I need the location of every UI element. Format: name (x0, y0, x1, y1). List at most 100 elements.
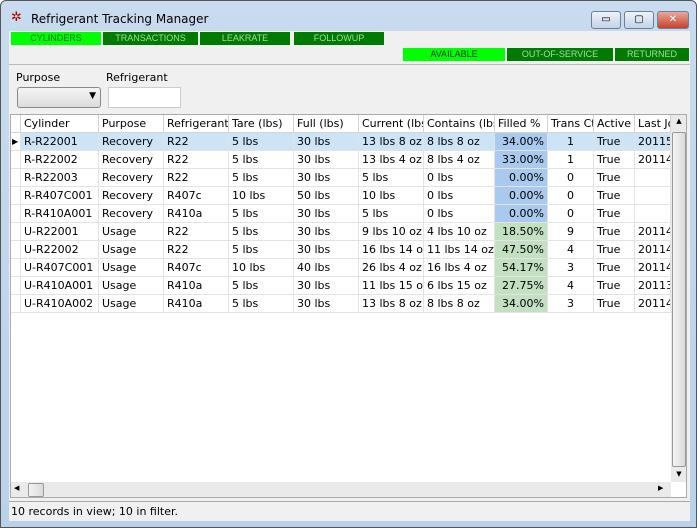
row-header[interactable] (11, 169, 21, 187)
table-cell: 5 lbs (359, 169, 424, 187)
status-bar: 10 records in view; 10 in filter. (9, 501, 690, 521)
column-header[interactable]: Active (594, 115, 635, 133)
table-cell: R22 (164, 133, 229, 151)
table-cell: 5 lbs (229, 223, 294, 241)
table-cell: R-R22003 (21, 169, 99, 187)
table-cell: 13 lbs 8 oz (359, 295, 424, 313)
table-row[interactable]: ▶ R-R22001 Recovery R22 5 lbs 30 lbs 13 lbs 8 … (11, 133, 671, 151)
table-cell: 10 lbs (229, 187, 294, 205)
minimize-button[interactable]: ▭ (591, 11, 621, 29)
table-cell: 0.00% (495, 187, 548, 205)
column-header[interactable]: Purpose (99, 115, 164, 133)
table-row[interactable]: R-R410A001 Recovery R410a 5 lbs 30 lbs 5 lbs 0… (11, 205, 671, 223)
cylinders-grid: Cylinder Purpose Refrigerant Tare (lbs) Full… (10, 114, 687, 498)
table-cell: 30 lbs (294, 133, 359, 151)
client-area: CYLINDERS TRANSACTIONS LEAKRATE FOLLOWUP AV… (9, 31, 690, 521)
close-button[interactable]: ✕ (657, 11, 689, 29)
row-header[interactable] (11, 223, 21, 241)
table-cell: 3 (548, 295, 594, 313)
table-cell: R22 (164, 241, 229, 259)
table-cell: 0 lbs (424, 169, 495, 187)
scroll-up-icon[interactable]: ▲ (671, 117, 686, 125)
table-cell: 4 (548, 241, 594, 259)
table-row[interactable]: U-R407C001 Usage R407c 10 lbs 40 lbs 26 lbs 4… (11, 259, 671, 277)
table-cell: 13 lbs 4 oz (359, 151, 424, 169)
horizontal-scroll-thumb[interactable] (28, 483, 44, 497)
table-cell: 4 (548, 277, 594, 295)
table-cell: 5 lbs (229, 295, 294, 313)
column-header[interactable]: Cylinder (21, 115, 99, 133)
table-cell: 0.00% (495, 205, 548, 223)
filter-out-of-service[interactable]: OUT-OF-SERVICE (507, 48, 613, 61)
table-cell: 20114 (635, 151, 671, 169)
table-cell: R22 (164, 223, 229, 241)
table-cell: 34.00% (495, 133, 548, 151)
maximize-button[interactable]: ▢ (624, 11, 654, 29)
table-cell: 0 (548, 187, 594, 205)
table-cell: 20114 (635, 223, 671, 241)
table-cell: R410a (164, 205, 229, 223)
horizontal-scrollbar[interactable]: ◀ ▶ (11, 482, 671, 497)
column-header[interactable]: Trans Ct (548, 115, 594, 133)
table-row[interactable]: U-R22002 Usage R22 5 lbs 30 lbs 16 lbs 14 oz 1… (11, 241, 671, 259)
table-row[interactable]: U-R410A001 Usage R410a 5 lbs 30 lbs 11 lbs 15… (11, 277, 671, 295)
tab-leakrate[interactable]: LEAKRATE (200, 32, 290, 45)
row-header[interactable] (11, 187, 21, 205)
table-cell: Recovery (99, 169, 164, 187)
row-header[interactable] (11, 151, 21, 169)
column-header[interactable]: Filled % (495, 115, 548, 133)
table-cell: 30 lbs (294, 277, 359, 295)
table-cell: 11 lbs 14 oz (424, 241, 495, 259)
table-cell: 0 lbs (424, 187, 495, 205)
table-row[interactable]: U-R410A002 Usage R410a 5 lbs 30 lbs 13 lbs 8 … (11, 295, 671, 313)
filter-available[interactable]: AVAILABLE (403, 48, 505, 61)
scroll-left-icon[interactable]: ◀ (14, 484, 19, 492)
filter-returned[interactable]: RETURNED (615, 48, 689, 61)
table-cell: Recovery (99, 133, 164, 151)
row-header[interactable] (11, 259, 21, 277)
vertical-scrollbar[interactable]: ▲ ▼ (671, 115, 686, 482)
table-row[interactable]: R-R22002 Recovery R22 5 lbs 30 lbs 13 lbs 4 o… (11, 151, 671, 169)
divider (9, 64, 690, 65)
table-cell: True (594, 169, 635, 187)
row-header[interactable] (11, 205, 21, 223)
table-cell: 1 (548, 133, 594, 151)
table-cell: 54.17% (495, 259, 548, 277)
table-cell: R410a (164, 295, 229, 313)
scroll-right-icon[interactable]: ▶ (658, 484, 663, 492)
table-cell: True (594, 151, 635, 169)
table-cell: 30 lbs (294, 169, 359, 187)
tab-followup[interactable]: FOLLOWUP (294, 32, 384, 45)
column-header[interactable]: Full (lbs) (294, 115, 359, 133)
row-header[interactable] (11, 241, 21, 259)
column-header[interactable]: Contains (lbs) (424, 115, 495, 133)
table-cell: 27.75% (495, 277, 548, 295)
tab-cylinders[interactable]: CYLINDERS (11, 32, 101, 45)
table-cell: U-R410A002 (21, 295, 99, 313)
table-cell: 5 lbs (229, 277, 294, 295)
scroll-down-icon[interactable]: ▼ (671, 470, 686, 478)
column-header[interactable]: Current (lbs) (359, 115, 424, 133)
column-header[interactable]: Tare (lbs) (229, 115, 294, 133)
table-cell: 30 lbs (294, 223, 359, 241)
table-cell: 6 lbs 15 oz (424, 277, 495, 295)
table-cell (635, 205, 671, 223)
tab-transactions[interactable]: TRANSACTIONS (103, 32, 198, 45)
table-cell: Usage (99, 277, 164, 295)
row-header[interactable] (11, 277, 21, 295)
table-cell: 5 lbs (229, 169, 294, 187)
column-header[interactable]: Refrigerant (164, 115, 229, 133)
table-row[interactable]: R-R407C001 Recovery R407c 10 lbs 50 lbs 10 lb… (11, 187, 671, 205)
vertical-scroll-thumb[interactable] (672, 132, 686, 467)
table-row[interactable]: U-R22001 Usage R22 5 lbs 30 lbs 9 lbs 10 oz 4 … (11, 223, 671, 241)
table-cell: Usage (99, 259, 164, 277)
table-cell: Usage (99, 295, 164, 313)
table-cell: 18.50% (495, 223, 548, 241)
table-cell: Usage (99, 223, 164, 241)
row-header[interactable]: ▶ (11, 133, 21, 151)
table-row[interactable]: R-R22003 Recovery R22 5 lbs 30 lbs 5 lbs 0 lbs… (11, 169, 671, 187)
row-header[interactable] (11, 295, 21, 313)
refrigerant-input[interactable] (108, 87, 181, 108)
purpose-dropdown[interactable]: ▼ (17, 87, 101, 108)
column-header[interactable]: Last Jo (635, 115, 671, 133)
